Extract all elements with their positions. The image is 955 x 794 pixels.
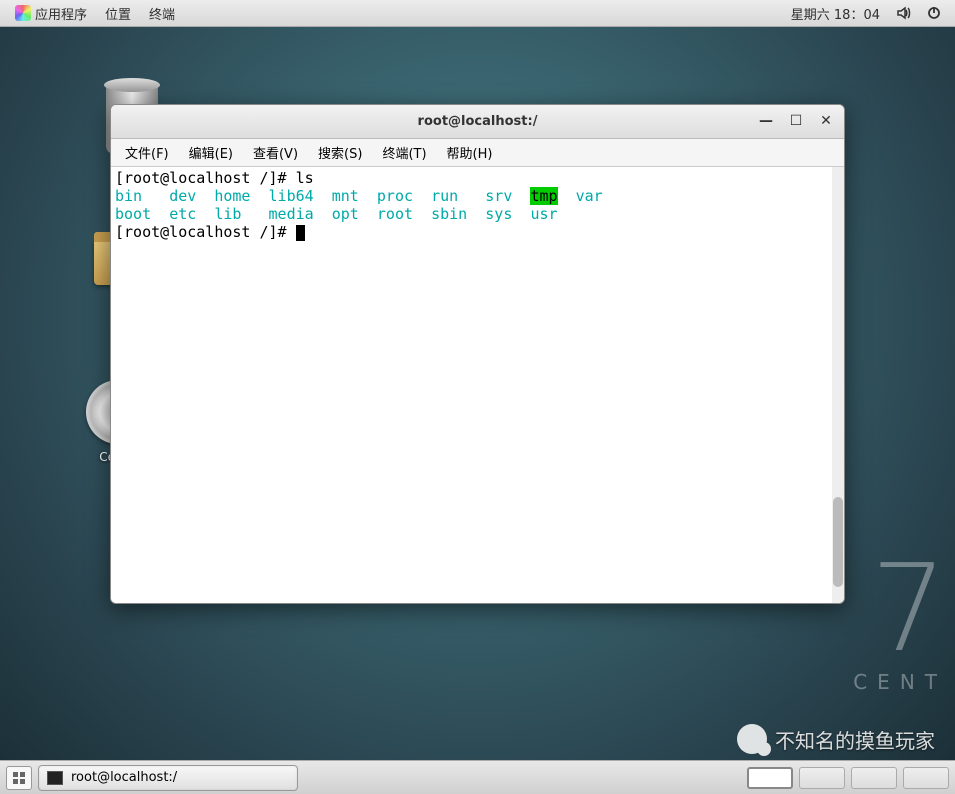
- dir-media: media: [269, 205, 314, 223]
- dir-mnt: mnt: [332, 187, 359, 205]
- titlebar[interactable]: root@localhost:/ — ☐ ✕: [111, 105, 844, 139]
- task-label: root@localhost:/: [71, 770, 177, 785]
- menu-edit[interactable]: 编辑(E): [179, 140, 243, 165]
- dir-root: root: [377, 205, 413, 223]
- watermark: 不知名的摸鱼玩家: [737, 724, 935, 754]
- bottom-panel: root@localhost:/: [0, 760, 955, 794]
- dir-dev: dev: [169, 187, 196, 205]
- terminal-scrollbar[interactable]: [832, 167, 844, 603]
- show-desktop-button[interactable]: [6, 766, 32, 790]
- scrollbar-thumb[interactable]: [833, 497, 843, 587]
- menu-search[interactable]: 搜索(S): [308, 140, 372, 165]
- dir-srv: srv: [485, 187, 512, 205]
- dir-lib: lib: [214, 205, 241, 223]
- apps-icon: [15, 5, 31, 21]
- menu-view[interactable]: 查看(V): [243, 140, 308, 165]
- dir-boot: boot: [115, 205, 151, 223]
- minimize-button[interactable]: —: [752, 109, 780, 133]
- apps-menu[interactable]: 应用程序: [6, 0, 96, 27]
- dir-sbin: sbin: [431, 205, 467, 223]
- taskbar-item-terminal[interactable]: root@localhost:/: [38, 765, 298, 791]
- close-button[interactable]: ✕: [812, 109, 840, 133]
- terminal-menubar: 文件(F) 编辑(E) 查看(V) 搜索(S) 终端(T) 帮助(H): [111, 139, 844, 167]
- dir-usr: usr: [530, 205, 557, 223]
- dir-lib64: lib64: [269, 187, 314, 205]
- dir-bin: bin: [115, 187, 142, 205]
- menu-terminal[interactable]: 终端(T): [372, 140, 436, 165]
- power-icon[interactable]: [919, 0, 949, 27]
- workspace-2[interactable]: [799, 767, 845, 789]
- menu-file[interactable]: 文件(F): [115, 140, 179, 165]
- prompt: [root@localhost /]#: [115, 223, 296, 241]
- centos-brand: 7 CENT: [853, 550, 955, 694]
- dir-etc: etc: [169, 205, 196, 223]
- cursor: [296, 225, 305, 241]
- dir-proc: proc: [377, 187, 413, 205]
- terminal-body[interactable]: [root@localhost /]# ls bin dev home lib6…: [111, 167, 844, 603]
- dir-opt: opt: [332, 205, 359, 223]
- maximize-button[interactable]: ☐: [782, 109, 810, 133]
- workspace-4[interactable]: [903, 767, 949, 789]
- dir-run: run: [431, 187, 458, 205]
- terminal-task-icon: [47, 771, 63, 785]
- places-menu[interactable]: 位置: [96, 0, 140, 27]
- terminal-window: root@localhost:/ — ☐ ✕ 文件(F) 编辑(E) 查看(V)…: [110, 104, 845, 604]
- dir-sys: sys: [485, 205, 512, 223]
- cmd: ls: [296, 169, 314, 187]
- wechat-icon: [737, 724, 767, 754]
- window-title: root@localhost:/: [418, 114, 538, 129]
- workspace-1[interactable]: [747, 767, 793, 789]
- dir-var: var: [576, 187, 603, 205]
- terminal-menu[interactable]: 终端: [140, 0, 184, 27]
- apps-label: 应用程序: [35, 4, 87, 23]
- workspace-3[interactable]: [851, 767, 897, 789]
- dir-tmp: tmp: [530, 187, 557, 205]
- menu-help[interactable]: 帮助(H): [437, 140, 503, 165]
- top-panel: 应用程序 位置 终端 星期六 18：04: [0, 0, 955, 27]
- dir-home: home: [214, 187, 250, 205]
- clock[interactable]: 星期六 18：04: [782, 0, 889, 27]
- workspace-switcher: [747, 767, 949, 789]
- volume-icon[interactable]: [889, 0, 919, 27]
- prompt: [root@localhost /]#: [115, 169, 296, 187]
